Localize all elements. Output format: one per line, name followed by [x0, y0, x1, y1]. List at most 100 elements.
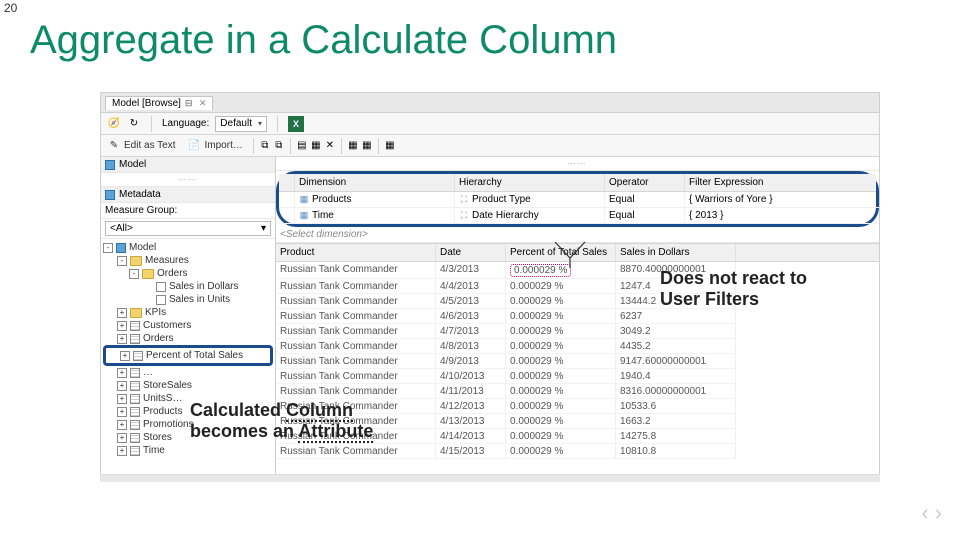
- filter-dimension-cell[interactable]: ▦Products: [295, 192, 455, 208]
- cell-percent: 0.000029 %: [506, 294, 616, 309]
- cell-date: 4/6/2013: [436, 309, 506, 324]
- edit-as-text-button[interactable]: ✎ Edit as Text: [101, 139, 182, 153]
- tree-item-label: Percent of Total Sales: [146, 350, 243, 361]
- cell-date: 4/10/2013: [436, 369, 506, 384]
- tree-item[interactable]: + Percent of Total Sales: [106, 349, 270, 362]
- panel-grip[interactable]: ⋯⋯: [276, 157, 879, 171]
- expand-toggle-icon[interactable]: +: [120, 351, 130, 361]
- filter-row[interactable]: ▦Products⛶Product TypeEqual{ Warriors of…: [279, 192, 876, 208]
- expand-toggle-icon[interactable]: +: [117, 321, 127, 331]
- chevron-down-icon: ▾: [261, 223, 266, 234]
- separator: [341, 138, 342, 154]
- expand-toggle-icon[interactable]: +: [117, 407, 127, 417]
- table-row[interactable]: Russian Tank Commander4/11/20130.000029 …: [276, 384, 879, 399]
- tree-item[interactable]: - Measures: [103, 254, 273, 267]
- tree-item[interactable]: +StoreSales: [103, 379, 273, 392]
- table-row[interactable]: Russian Tank Commander4/6/20130.000029 %…: [276, 309, 879, 324]
- tree-item-label: Orders: [143, 333, 174, 344]
- tree-item[interactable]: +…: [103, 366, 273, 379]
- table-row[interactable]: Russian Tank Commander4/8/20130.000029 %…: [276, 339, 879, 354]
- tree-item-label: Time: [143, 445, 165, 456]
- table-row[interactable]: Russian Tank Commander4/15/20130.000029 …: [276, 444, 879, 459]
- col-percent[interactable]: Percent of Total Sales: [506, 244, 616, 261]
- cell-sales: 10810.8: [616, 444, 736, 459]
- cell-sales: 6237: [616, 309, 736, 324]
- browse-icon[interactable]: 🧭: [107, 117, 121, 131]
- tree-item[interactable]: -Model: [103, 241, 273, 254]
- add-row-icon[interactable]: ▤: [295, 139, 309, 153]
- table-row[interactable]: Russian Tank Commander4/10/20130.000029 …: [276, 369, 879, 384]
- expand-toggle-icon[interactable]: -: [129, 269, 139, 279]
- grid2-icon[interactable]: ▦: [360, 139, 374, 153]
- filter-header-hierarchy[interactable]: Hierarchy: [455, 174, 605, 191]
- table-row[interactable]: Russian Tank Commander4/7/20130.000029 %…: [276, 324, 879, 339]
- filter-header-dimension[interactable]: Dimension: [295, 174, 455, 191]
- col-date[interactable]: Date: [436, 244, 506, 261]
- col-product[interactable]: Product: [276, 244, 436, 261]
- import-label: Import…: [205, 140, 243, 151]
- filter-hierarchy-cell[interactable]: ⛶Product Type: [455, 192, 605, 208]
- tree-item-label: Measures: [145, 255, 189, 266]
- query2-icon[interactable]: ⧉: [272, 139, 286, 153]
- expand-toggle-icon[interactable]: +: [117, 420, 127, 430]
- tree-item-label: Promotions: [143, 419, 194, 430]
- expand-toggle-icon[interactable]: +: [117, 308, 127, 318]
- folder-icon: [142, 269, 154, 279]
- prev-slide-icon[interactable]: ‹: [921, 500, 928, 526]
- col-sales[interactable]: Sales in Dollars: [616, 244, 736, 261]
- tree-item[interactable]: +Customers: [103, 319, 273, 332]
- grid3-icon[interactable]: ▦: [383, 139, 397, 153]
- filter-blank: [279, 192, 295, 208]
- reconnect-icon[interactable]: ↻: [127, 117, 141, 131]
- annotation-attribute-note: Calculated Column becomes an Attribute: [190, 400, 450, 441]
- query-icon[interactable]: ⧉: [258, 139, 272, 153]
- filter-dimension-cell[interactable]: ▦Time: [295, 208, 455, 224]
- cell-product: Russian Tank Commander: [276, 294, 436, 309]
- import-button[interactable]: 📄 Import…: [182, 139, 249, 153]
- tree-item[interactable]: Sales in Units: [103, 293, 273, 306]
- expand-toggle-icon[interactable]: +: [117, 394, 127, 404]
- filter-header-expression[interactable]: Filter Expression: [685, 174, 879, 191]
- tree-item[interactable]: + Time: [103, 444, 273, 457]
- model-header[interactable]: Model: [101, 157, 275, 173]
- import-icon: 📄: [188, 139, 202, 153]
- expand-toggle-icon[interactable]: +: [117, 381, 127, 391]
- table-row[interactable]: Russian Tank Commander4/9/20130.000029 %…: [276, 354, 879, 369]
- filter-expression-cell[interactable]: { 2013 }: [685, 208, 879, 224]
- measure-group-select[interactable]: <All> ▾: [105, 221, 271, 236]
- add-col-icon[interactable]: ▦: [309, 139, 323, 153]
- expand-toggle-icon[interactable]: -: [103, 243, 113, 253]
- pin-icon[interactable]: ⊟: [185, 98, 195, 108]
- panel-grip[interactable]: ⋯⋯: [101, 173, 275, 187]
- expand-toggle-icon[interactable]: -: [117, 256, 127, 266]
- language-value: Default: [220, 116, 252, 131]
- close-icon[interactable]: ✕: [199, 98, 207, 109]
- next-slide-icon[interactable]: ›: [935, 500, 942, 526]
- tree-item[interactable]: -Orders: [103, 267, 273, 280]
- tree-item[interactable]: +KPIs: [103, 306, 273, 319]
- tree-item[interactable]: Sales in Dollars: [103, 280, 273, 293]
- model-browse-tab[interactable]: Model [Browse] ⊟ ✕: [105, 96, 213, 110]
- select-dimension-placeholder[interactable]: <Select dimension>: [276, 227, 879, 243]
- cell-product: Russian Tank Commander: [276, 384, 436, 399]
- analyze-in-excel-button[interactable]: X: [288, 116, 304, 132]
- expand-toggle-icon[interactable]: +: [117, 368, 127, 378]
- filter-row[interactable]: ▦Time⛶Date HierarchyEqual{ 2013 }: [279, 208, 876, 224]
- expand-toggle-icon[interactable]: +: [117, 433, 127, 443]
- tree-item[interactable]: + Orders: [103, 332, 273, 345]
- metadata-header[interactable]: Metadata: [101, 187, 275, 203]
- expand-toggle-icon[interactable]: +: [117, 446, 127, 456]
- filter-hierarchy-cell[interactable]: ⛶Date Hierarchy: [455, 208, 605, 224]
- delete-icon[interactable]: ✕: [323, 139, 337, 153]
- filter-operator-cell[interactable]: Equal: [605, 208, 685, 224]
- cell-date: 4/5/2013: [436, 294, 506, 309]
- filter-header-operator[interactable]: Operator: [605, 174, 685, 191]
- filter-operator-cell[interactable]: Equal: [605, 192, 685, 208]
- expand-toggle-icon[interactable]: +: [117, 334, 127, 344]
- language-select[interactable]: Default ▾: [215, 116, 267, 132]
- language-label: Language:: [162, 118, 209, 129]
- grid-icon[interactable]: ▦: [346, 139, 360, 153]
- cell-date: 4/15/2013: [436, 444, 506, 459]
- cell-percent: 0.000029 %: [506, 339, 616, 354]
- filter-expression-cell[interactable]: { Warriors of Yore }: [685, 192, 879, 208]
